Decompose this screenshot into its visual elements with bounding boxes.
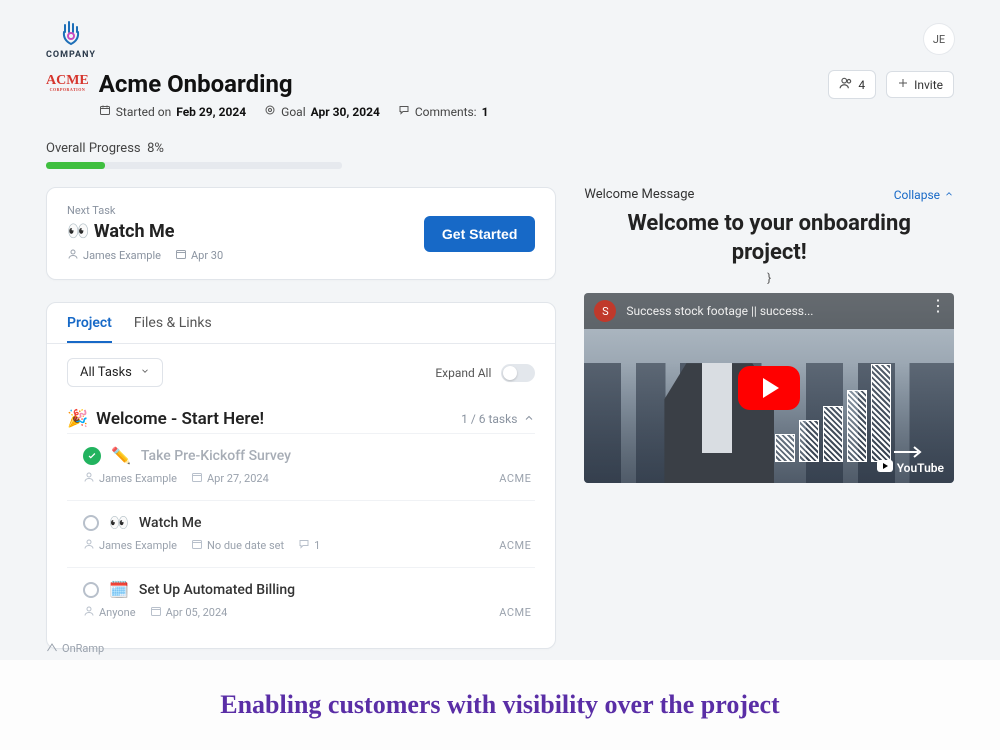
welcome-brace: } bbox=[584, 271, 954, 285]
participants-button[interactable]: 4 bbox=[828, 70, 876, 99]
welcome-message-label: Welcome Message bbox=[584, 187, 694, 202]
project-meta: Started on Feb 29, 2024 Goal Apr 30, 202… bbox=[99, 104, 489, 119]
section-header[interactable]: 🎉 Welcome - Start Here! 1 / 6 tasks bbox=[67, 409, 535, 429]
users-icon bbox=[839, 76, 853, 93]
task-org: ACME bbox=[499, 472, 531, 485]
caption-strip: Enabling customers with visibility over … bbox=[0, 660, 1000, 750]
user-icon bbox=[67, 248, 79, 263]
task-title: Watch Me bbox=[139, 515, 202, 531]
welcome-title: Welcome to your onboarding project! bbox=[584, 210, 954, 267]
footer-brand: OnRamp bbox=[46, 641, 104, 656]
calendar-icon bbox=[150, 605, 162, 620]
progress-block: Overall Progress 8% bbox=[46, 141, 954, 169]
progress-fill bbox=[46, 162, 105, 169]
plus-icon bbox=[897, 77, 909, 92]
check-done-icon[interactable] bbox=[83, 447, 101, 465]
next-task-title: Watch Me bbox=[94, 221, 175, 242]
client-logo-subtext: CORPORATION bbox=[50, 88, 86, 92]
pencil-icon: ✏️ bbox=[111, 446, 131, 465]
video-title: Success stock footage || success... bbox=[626, 304, 813, 318]
client-logo-text: ACME bbox=[46, 74, 89, 88]
play-button-icon[interactable] bbox=[738, 366, 800, 410]
task-row[interactable]: 👀 Watch Me James Example No due date set… bbox=[67, 500, 535, 567]
task-row[interactable]: 🗓️ Set Up Automated Billing Anyone Apr 0… bbox=[67, 567, 535, 634]
calendar-icon bbox=[191, 471, 203, 486]
kebab-icon[interactable]: ⋮ bbox=[930, 303, 946, 309]
eyes-icon: 👀 bbox=[67, 221, 89, 242]
welcome-video[interactable]: S Success stock footage || success... ⋮ … bbox=[584, 293, 954, 483]
next-task-label: Next Task bbox=[67, 204, 223, 217]
youtube-play-icon bbox=[877, 460, 893, 475]
target-icon bbox=[264, 104, 276, 119]
youtube-watermark: YouTube bbox=[877, 460, 944, 475]
progress-label: Overall Progress bbox=[46, 141, 141, 156]
calendar-icon bbox=[175, 248, 187, 263]
next-task-card: Next Task 👀 Watch Me James Example Apr 3… bbox=[46, 187, 556, 280]
task-title: Take Pre-Kickoff Survey bbox=[141, 448, 291, 464]
tab-files-links[interactable]: Files & Links bbox=[134, 315, 212, 343]
next-task-assignee: James Example bbox=[67, 248, 161, 263]
invite-button[interactable]: Invite bbox=[886, 71, 954, 98]
task-org: ACME bbox=[499, 606, 531, 619]
tab-project[interactable]: Project bbox=[67, 315, 112, 343]
project-title: Acme Onboarding bbox=[99, 70, 489, 98]
meta-goal: Goal Apr 30, 2024 bbox=[264, 104, 380, 119]
comment-icon bbox=[398, 104, 410, 119]
app-shell: COMPANY JE ACME CORPORATION Acme Onboard… bbox=[0, 0, 1000, 660]
task-title: Set Up Automated Billing bbox=[139, 582, 295, 598]
user-icon bbox=[83, 471, 95, 486]
next-task-due: Apr 30 bbox=[175, 248, 223, 263]
calendar-icon bbox=[99, 104, 111, 119]
progress-bar bbox=[46, 162, 342, 169]
task-row[interactable]: ✏️ Take Pre-Kickoff Survey James Example… bbox=[67, 433, 535, 500]
check-empty-icon[interactable] bbox=[83, 582, 99, 598]
topbar: COMPANY JE bbox=[46, 18, 954, 60]
section-title-text: Welcome - Start Here! bbox=[96, 409, 264, 429]
calendar-emoji-icon: 🗓️ bbox=[109, 580, 129, 599]
tabs: Project Files & Links bbox=[47, 303, 555, 344]
chevron-up-icon bbox=[523, 412, 535, 427]
user-icon bbox=[83, 538, 95, 553]
collapse-button[interactable]: Collapse bbox=[894, 188, 954, 202]
brand-text: COMPANY bbox=[46, 50, 96, 60]
user-avatar[interactable]: JE bbox=[924, 24, 954, 54]
tasklist-card: Project Files & Links All Tasks Expand A… bbox=[46, 302, 556, 649]
chevron-down-icon bbox=[140, 365, 150, 380]
brand-hand-icon bbox=[58, 18, 84, 48]
expand-all-toggle[interactable] bbox=[501, 364, 535, 382]
calendar-icon bbox=[191, 538, 203, 553]
video-title-bar: S Success stock footage || success... bbox=[584, 293, 954, 329]
meta-comments[interactable]: Comments: 1 bbox=[398, 104, 489, 119]
eyes-icon: 👀 bbox=[109, 513, 129, 532]
comment-icon bbox=[298, 538, 310, 553]
brand: COMPANY bbox=[46, 18, 96, 60]
get-started-button[interactable]: Get Started bbox=[424, 216, 535, 252]
meta-started: Started on Feb 29, 2024 bbox=[99, 104, 246, 119]
chevron-up-icon bbox=[944, 188, 954, 202]
party-icon: 🎉 bbox=[67, 409, 88, 429]
tasks-filter-dropdown[interactable]: All Tasks bbox=[67, 358, 163, 387]
caption-text: Enabling customers with visibility over … bbox=[220, 690, 779, 720]
check-empty-icon[interactable] bbox=[83, 515, 99, 531]
onramp-icon bbox=[46, 641, 58, 656]
progress-percent: 8% bbox=[147, 141, 164, 156]
task-org: ACME bbox=[499, 539, 531, 552]
project-header: ACME CORPORATION Acme Onboarding Started… bbox=[46, 70, 954, 119]
section-welcome: 🎉 Welcome - Start Here! 1 / 6 tasks ✏️ bbox=[47, 401, 555, 634]
client-logo: ACME CORPORATION bbox=[46, 74, 89, 92]
section-count: 1 / 6 tasks bbox=[461, 412, 517, 426]
expand-all-label: Expand All bbox=[435, 366, 491, 380]
user-icon bbox=[83, 605, 95, 620]
channel-avatar: S bbox=[594, 300, 616, 322]
